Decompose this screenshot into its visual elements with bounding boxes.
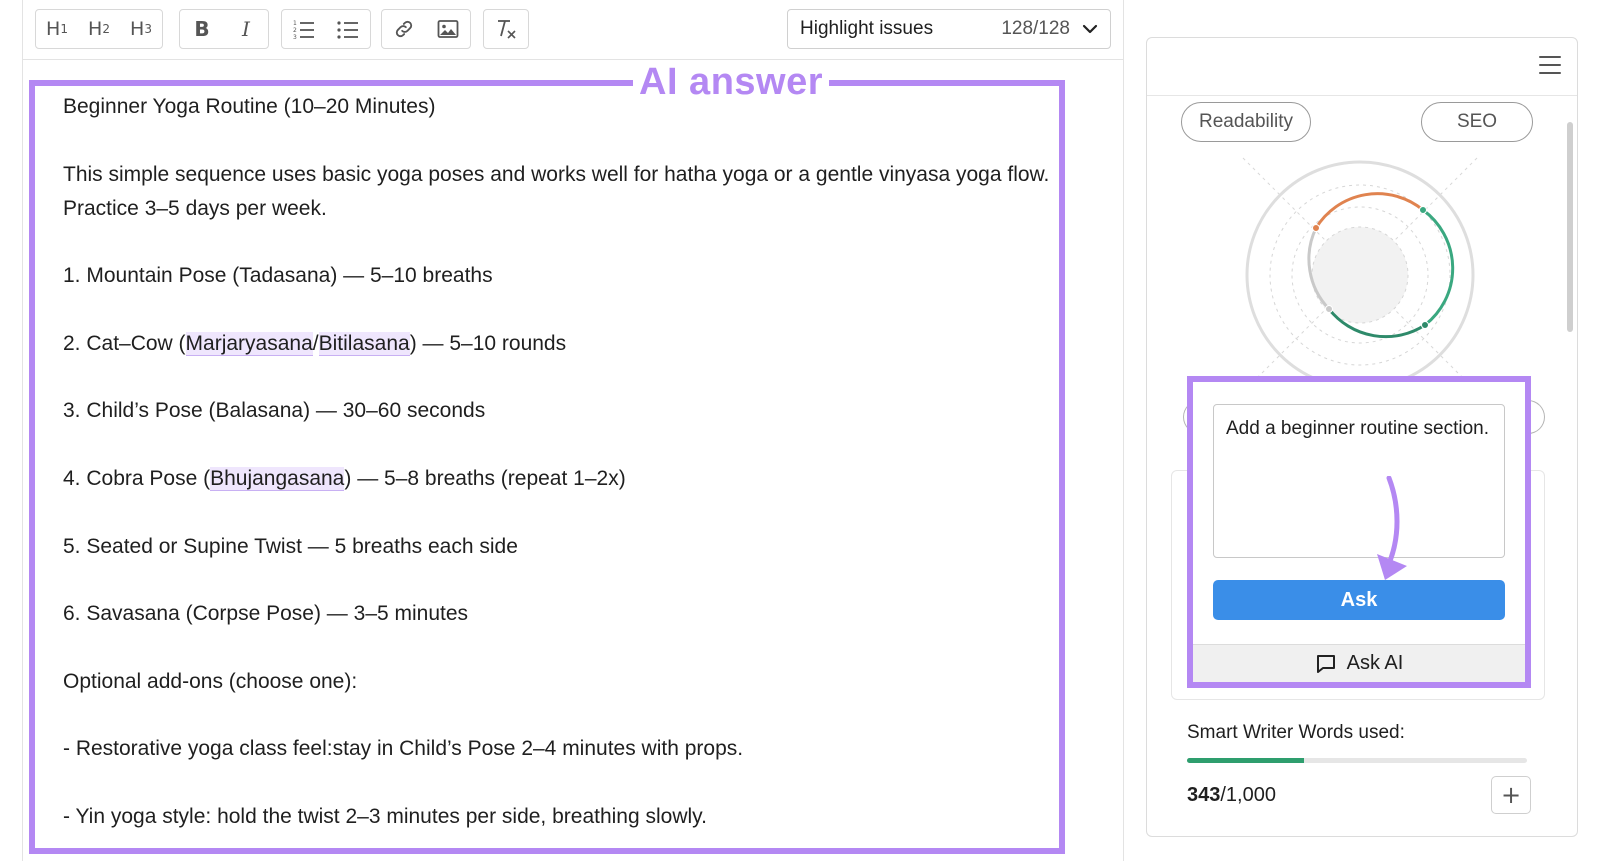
highlighted-term[interactable]: Bhujangasana bbox=[210, 467, 345, 491]
ask-ai-frame: Add a beginner routine section. Ask Ask … bbox=[1187, 376, 1531, 688]
words-used-count: 343/1,000 bbox=[1187, 784, 1276, 806]
clear-format-button[interactable] bbox=[484, 10, 528, 48]
link-button[interactable] bbox=[382, 10, 426, 48]
panel-header bbox=[1147, 38, 1577, 96]
bold-button[interactable]: B bbox=[180, 10, 224, 48]
words-progress-bar bbox=[1187, 758, 1527, 763]
heading-2-button[interactable]: H2 bbox=[78, 10, 120, 48]
svg-text:2: 2 bbox=[293, 27, 297, 34]
tab-seo[interactable]: SEO bbox=[1421, 102, 1533, 142]
routine-intro: This simple sequence uses basic yoga pos… bbox=[63, 163, 1050, 220]
ordered-list-button[interactable]: 123 bbox=[282, 10, 326, 48]
bullet-list-button[interactable] bbox=[326, 10, 370, 48]
highlight-issues-label: Highlight issues bbox=[800, 18, 934, 39]
addons-heading: Optional add-ons (choose one): bbox=[63, 670, 358, 693]
list-item: 1. Mountain Pose (Tadasana) — 5–10 breat… bbox=[63, 264, 493, 287]
svg-text:1: 1 bbox=[293, 20, 297, 27]
list-item: 3. Child’s Pose (Balasana) — 30–60 secon… bbox=[63, 399, 486, 422]
image-button[interactable] bbox=[426, 10, 470, 48]
list-item: 4. Cobra Pose (Bhujangasana) — 5–8 breat… bbox=[63, 467, 626, 491]
ask-button[interactable]: Ask bbox=[1213, 580, 1505, 620]
heading-3-button[interactable]: H3 bbox=[120, 10, 162, 48]
clear-format-icon bbox=[498, 20, 516, 39]
add-words-button[interactable]: + bbox=[1491, 776, 1531, 814]
highlighted-term[interactable]: Bitilasana bbox=[318, 332, 410, 356]
chat-bubble-icon bbox=[1316, 654, 1335, 673]
italic-button[interactable]: I bbox=[224, 10, 268, 48]
heading-1-button[interactable]: H1 bbox=[36, 10, 78, 48]
words-progress-fill bbox=[1187, 758, 1304, 763]
chevron-down-icon bbox=[1082, 24, 1098, 34]
link-icon bbox=[395, 20, 413, 38]
smart-writer-panel: Readability SEO Add a beginner routine s… bbox=[1146, 37, 1578, 837]
addon-item: - Restorative yoga class feel:stay in Ch… bbox=[63, 737, 744, 760]
format-group: B I bbox=[179, 9, 269, 49]
clear-group bbox=[483, 9, 529, 49]
routine-heading: Beginner Yoga Routine (10–20 Minutes) bbox=[63, 95, 436, 118]
highlight-issues-dropdown[interactable]: Highlight issues 128/128 bbox=[787, 9, 1111, 49]
score-gauge bbox=[1242, 157, 1478, 393]
highlight-issues-count: 128/128 bbox=[1001, 18, 1070, 39]
ask-ai-tab[interactable]: Ask AI bbox=[1193, 644, 1525, 682]
addon-item: - Yin yoga style: hold the twist 2–3 min… bbox=[63, 805, 707, 828]
italic-icon: I bbox=[242, 17, 250, 41]
ask-ai-label: Ask AI bbox=[1346, 652, 1404, 674]
words-used-label: Smart Writer Words used: bbox=[1187, 722, 1405, 743]
list-item: 5. Seated or Supine Twist — 5 breaths ea… bbox=[63, 535, 518, 558]
panel-scrollbar[interactable] bbox=[1567, 122, 1573, 332]
bold-icon: B bbox=[194, 17, 210, 41]
heading-group: H1 H2 H3 bbox=[35, 9, 163, 49]
insert-group bbox=[381, 9, 471, 49]
hamburger-menu-icon[interactable] bbox=[1539, 56, 1561, 74]
list-group: 123 bbox=[281, 9, 371, 49]
svg-text:3: 3 bbox=[293, 34, 297, 39]
editor-toolbar: H1 H2 H3 B I 123 Highlight issues 128/12… bbox=[23, 0, 1123, 60]
image-icon bbox=[437, 20, 459, 38]
arrow-down-icon bbox=[1377, 476, 1407, 580]
ordered-list-icon: 123 bbox=[293, 20, 314, 39]
tab-readability[interactable]: Readability bbox=[1181, 102, 1311, 142]
ai-answer-label: AI answer bbox=[633, 62, 830, 102]
editor-panel: H1 H2 H3 B I 123 Highlight issues 128/12… bbox=[22, 0, 1124, 861]
bullet-list-icon bbox=[337, 21, 358, 39]
list-item: 6. Savasana (Corpse Pose) — 3–5 minutes bbox=[63, 602, 469, 625]
ask-prompt-input[interactable]: Add a beginner routine section. bbox=[1213, 404, 1505, 558]
list-item: 2. Cat–Cow (Marjaryasana/Bitilasana) — 5… bbox=[63, 332, 567, 356]
highlighted-term[interactable]: Marjaryasana bbox=[185, 332, 313, 356]
